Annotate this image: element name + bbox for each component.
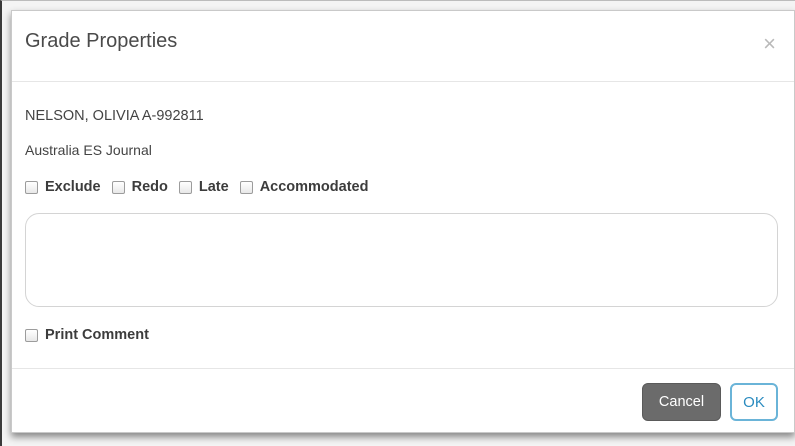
checkbox-box[interactable] [111,180,125,194]
cancel-button[interactable]: Cancel [642,383,721,421]
student-name: NELSON, OLIVIA A-992811 [25,108,204,124]
print-comment-checkbox[interactable]: Print Comment [25,325,149,345]
comment-textarea[interactable] [25,213,778,307]
exclude-checkbox[interactable]: Exclude [25,179,101,195]
grade-properties-dialog: Grade Properties × NELSON, OLIVIA A-9928… [11,10,795,433]
print-comment-label: Print Comment [45,327,149,343]
dialog-footer: Cancel OK [12,368,794,433]
redo-checkbox[interactable]: Redo [111,179,168,195]
checkbox-box[interactable] [239,180,253,194]
dialog-header: Grade Properties × [12,11,794,82]
accommodated-checkbox[interactable]: Accommodated [239,179,369,195]
redo-label: Redo [131,179,168,195]
checkbox-box[interactable] [25,180,38,194]
late-checkbox[interactable]: Late [178,179,229,195]
close-icon[interactable]: × [763,33,776,55]
exclude-label: Exclude [45,179,101,195]
ok-button[interactable]: OK [730,383,778,421]
course-name: Australia ES Journal [25,142,152,158]
checkbox-box[interactable] [178,180,192,194]
dialog-title: Grade Properties [25,30,178,52]
window-frame: Grade Properties × NELSON, OLIVIA A-9928… [0,0,795,446]
late-label: Late [198,179,229,195]
grade-options: Exclude Redo Late Accommodated [25,177,379,197]
accommodated-label: Accommodated [259,179,369,195]
checkbox-box[interactable] [25,328,38,342]
